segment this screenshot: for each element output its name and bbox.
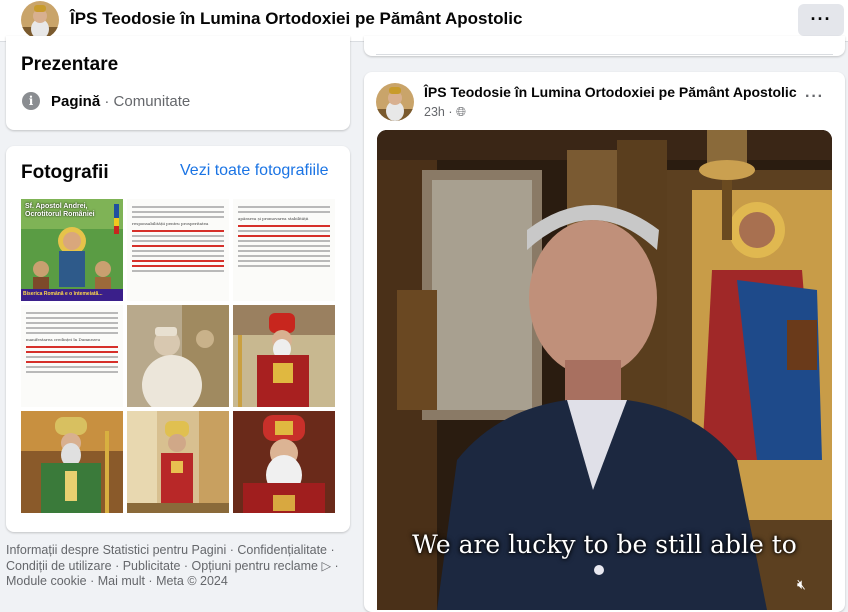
footer-link-cookies[interactable]: Module cookie (6, 574, 87, 588)
photo-grid: Sf. Apostol Andrei, Ocrotitorul României… (21, 199, 335, 513)
bishop-vestments-image (233, 305, 335, 407)
category-separator: · (100, 93, 114, 110)
post-time[interactable]: 23h (424, 105, 445, 119)
info-icon: i (22, 92, 40, 110)
photos-card: Fotografii Vezi toate fotografiile Sf. A… (6, 146, 350, 532)
page-category: Pagină · Comunitate (51, 93, 190, 110)
footer-link-terms[interactable]: Condiții de utilizare (6, 559, 112, 573)
church-interior-image (127, 411, 229, 513)
bishop-green-vestments-image (21, 411, 123, 513)
footer-link-insights[interactable]: Informații despre Statistici pentru Pagi… (6, 543, 226, 557)
intro-heading: Prezentare (21, 54, 119, 75)
document-1-text: responsabilității pentru prosperitatea (132, 221, 209, 226)
post-menu-button[interactable]: ··· (805, 88, 824, 106)
volume-muted-icon[interactable]: 🔇︎ (797, 576, 806, 593)
divider (376, 54, 833, 55)
post-card: ÎPS Teodosie în Lumina Ortodoxiei pe Păm… (364, 72, 845, 612)
footer-link-privacy[interactable]: Confidențialitate (237, 543, 327, 557)
category-value: Comunitate (113, 93, 191, 110)
photo-bishop-blessing[interactable] (127, 305, 229, 407)
photo-bishop-vestments[interactable] (233, 305, 335, 407)
photo-document-3[interactable]: manifestarea credinței în Dumnezeu (21, 305, 123, 407)
post-author-name[interactable]: ÎPS Teodosie în Lumina Ortodoxiei pe Păm… (424, 84, 797, 100)
photo-document-1[interactable]: responsabilității pentru prosperitatea (127, 199, 229, 301)
globe-icon: 🌐︎ (455, 105, 466, 119)
photo-bishop-green-vestments[interactable] (21, 411, 123, 513)
page-footer: Informații despre Statistici pentru Pagi… (6, 543, 339, 588)
document-3-text: manifestarea credinței în Dumnezeu (26, 337, 101, 342)
photos-heading: Fotografii (21, 162, 109, 183)
post-author-avatar[interactable] (376, 83, 414, 121)
bishop-portrait-image (233, 411, 335, 513)
photo-document-2[interactable]: apărarea și promovarea stabilității (233, 199, 335, 301)
ad-choices-icon: ▷ (321, 558, 332, 573)
previous-post-card (364, 36, 845, 56)
category-type: Pagină (51, 93, 101, 110)
see-all-photos-link[interactable]: Vezi toate fotografiile (180, 162, 329, 180)
footer-link-advertising[interactable]: Publicitate (123, 559, 181, 573)
footer-link-more[interactable]: Mai mult (98, 574, 145, 588)
video-caption: We are lucky to be still able to (412, 530, 797, 559)
post-video[interactable]: We are lucky to be still able to 🔇︎ (377, 130, 832, 610)
more-options-button[interactable]: ··· (798, 4, 844, 36)
bishop-blessing-image (127, 305, 229, 407)
photo-bishop-portrait[interactable] (233, 411, 335, 513)
footer-copyright: Meta © 2024 (156, 574, 228, 588)
photo-icon-saint-andrew[interactable]: Sf. Apostol Andrei, Ocrotitorul României… (21, 199, 123, 301)
intro-card: Prezentare i Pagină · Comunitate (6, 36, 350, 130)
footer-link-ad-choices[interactable]: Opțiuni pentru reclame (192, 559, 318, 573)
post-timestamp[interactable]: 23h · 🌐︎ (424, 105, 466, 120)
photo-church-interior[interactable] (127, 411, 229, 513)
page-avatar[interactable] (21, 1, 59, 39)
icon-caption: Sf. Apostol Andrei, Ocrotitorul României (25, 203, 95, 218)
document-2-text: apărarea și promovarea stabilității (238, 216, 309, 221)
page-title: ÎPS Teodosie în Lumina Ortodoxiei pe Păm… (70, 9, 523, 28)
icon-subcaption: Biserica Română e o întemeiată... (23, 291, 103, 297)
